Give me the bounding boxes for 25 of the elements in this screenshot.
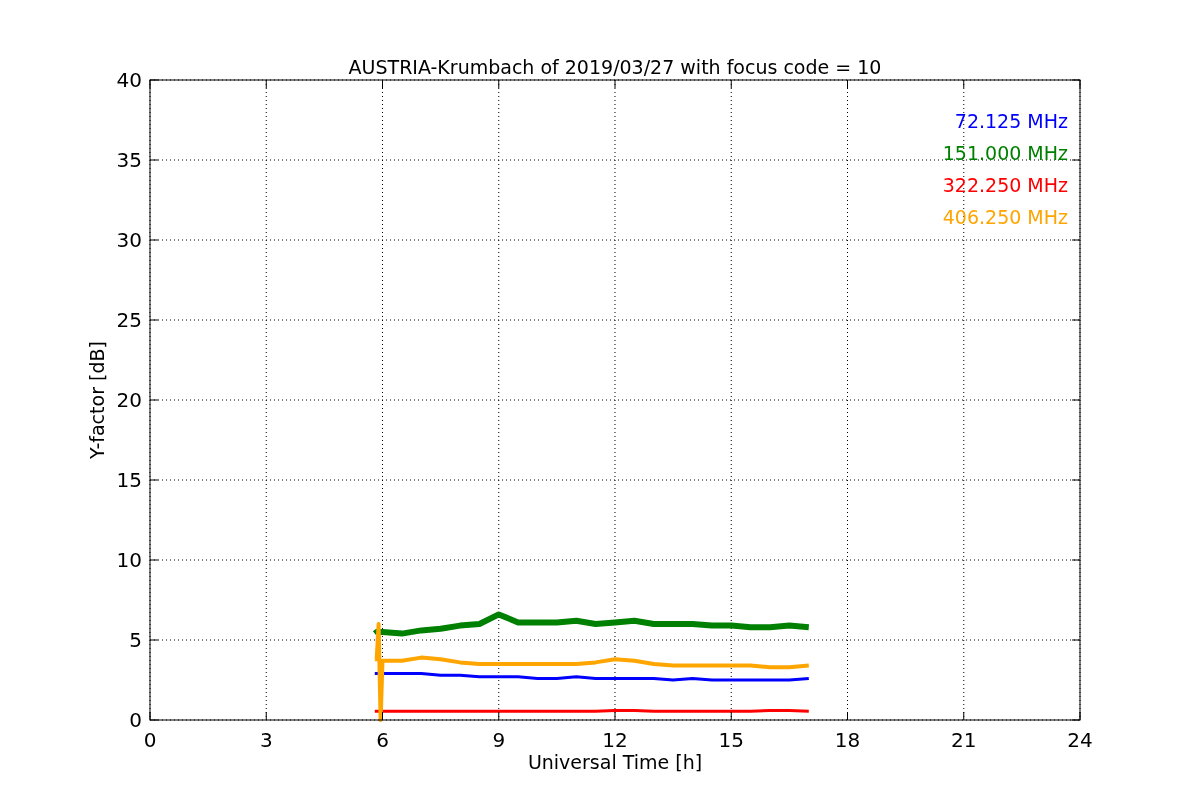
legend-label: 322.250 MHz [942, 174, 1068, 196]
y-tick-label: 15 [116, 468, 142, 492]
x-tick-label: 15 [718, 728, 744, 752]
y-tick-label: 20 [116, 388, 142, 412]
x-tick-label: 12 [602, 728, 628, 752]
x-tick-label: 0 [143, 728, 157, 752]
x-tick-label: 24 [1067, 728, 1093, 752]
y-tick-label: 30 [116, 228, 142, 252]
x-tick-label: 9 [492, 728, 506, 752]
legend-label: 151.000 MHz [942, 142, 1068, 164]
x-tick-label: 21 [951, 728, 977, 752]
chart-title: AUSTRIA-Krumbach of 2019/03/27 with focus code = 10 [348, 56, 882, 78]
x-tick-label: 3 [259, 728, 273, 752]
y-tick-label: 5 [129, 628, 142, 652]
x-tick-label: 6 [376, 728, 389, 752]
x-tick-label: 18 [834, 728, 861, 752]
y-axis-label: Y-factor [dB] [86, 341, 108, 459]
y-tick-label: 10 [116, 548, 142, 572]
y-tick-label: 40 [116, 68, 142, 92]
x-axis-label: Universal Time [h] [527, 751, 703, 773]
y-tick-label: 25 [116, 308, 142, 332]
legend-label: 72.125 MHz [954, 110, 1068, 132]
y-tick-label: 35 [116, 148, 142, 172]
legend-label: 406.250 MHz [942, 206, 1068, 228]
y-tick-label: 0 [129, 708, 142, 732]
